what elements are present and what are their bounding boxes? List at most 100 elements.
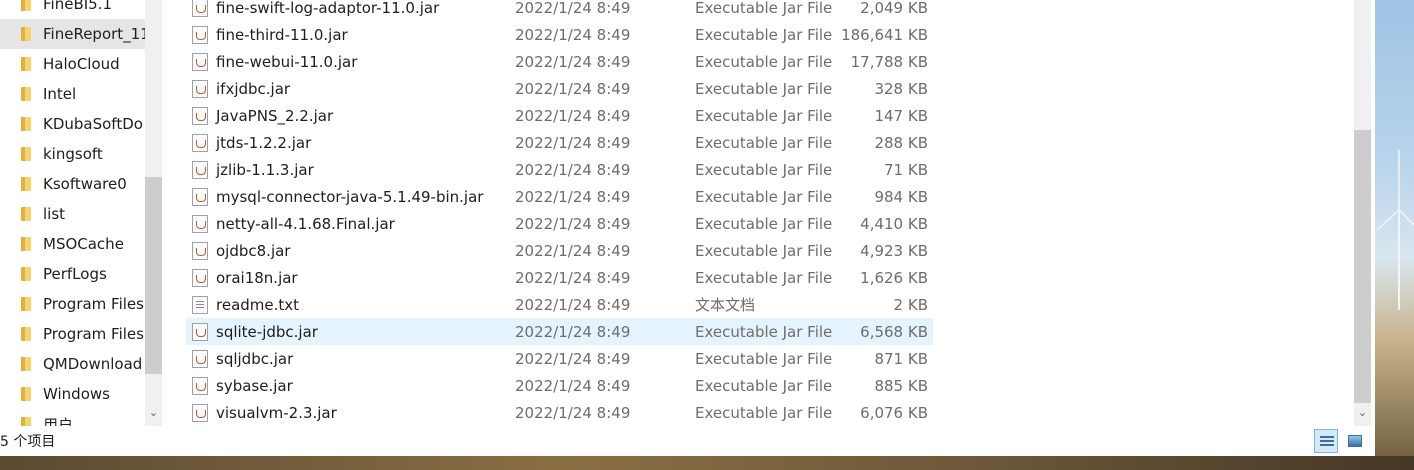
file-row[interactable]: sqljdbc.jar 2022/1/24 8:49 Executable Jar …: [186, 345, 933, 372]
folder-icon: [21, 386, 35, 402]
file-row[interactable]: jzlib-1.1.3.jar 2022/1/24 8:49 Executable …: [186, 156, 933, 183]
file-size: 71 KB: [884, 160, 928, 179]
nav-item-label: Intel: [43, 85, 77, 103]
scrollbar-thumb[interactable]: [145, 177, 162, 374]
navigation-pane-scrollbar[interactable]: ⌄: [145, 0, 162, 426]
nav-item[interactable]: Ksoftware0: [0, 169, 145, 199]
jar-icon: [192, 133, 208, 152]
nav-item-label: MSOCache: [43, 235, 124, 253]
file-row[interactable]: fine-swift-log-adaptor-11.0.jar 2022/1/24…: [186, 0, 933, 21]
chevron-down-icon[interactable]: ⌄: [1354, 403, 1371, 423]
file-name: orai18n.jar: [216, 268, 298, 287]
details-view-button[interactable]: [1314, 429, 1338, 453]
nav-item[interactable]: kingsoft: [0, 139, 145, 169]
scrollbar-thumb[interactable]: [1354, 130, 1371, 403]
file-row[interactable]: ifxjdbc.jar 2022/1/24 8:49 Executable Jar …: [186, 75, 933, 102]
large-icons-view-button[interactable]: [1343, 429, 1367, 453]
file-size: 984 KB: [874, 187, 928, 206]
folder-icon: [21, 236, 35, 252]
folder-icon: [21, 266, 35, 282]
file-name: jtds-1.2.2.jar: [216, 133, 312, 152]
file-size: 2,049 KB: [860, 0, 928, 17]
file-type: Executable Jar File: [695, 160, 833, 179]
file-row[interactable]: orai18n.jar 2022/1/24 8:49 Executable Jar …: [186, 264, 933, 291]
file-date-modified: 2022/1/24 8:49: [515, 241, 631, 260]
navigation-pane: FineBI5.1 FineReport_11 HaloCloud Intel KDub…: [0, 0, 145, 426]
file-date-modified: 2022/1/24 8:49: [515, 295, 631, 314]
file-row[interactable]: visualvm-2.3.jar 2022/1/24 8:49 Executable…: [186, 399, 933, 426]
jar-icon: [192, 214, 208, 233]
file-type: Executable Jar File: [695, 25, 833, 44]
file-row[interactable]: netty-all-4.1.68.Final.jar 2022/1/24 8:49…: [186, 210, 933, 237]
file-row[interactable]: fine-third-11.0.jar 2022/1/24 8:49 Executa…: [186, 21, 933, 48]
file-size: 1,626 KB: [860, 268, 928, 287]
file-row[interactable]: sqlite-jdbc.jar 2022/1/24 8:49 Executable …: [186, 318, 933, 345]
nav-item-label: list: [43, 205, 66, 223]
nav-item[interactable]: QMDownload: [0, 349, 145, 379]
nav-item[interactable]: HaloCloud: [0, 49, 145, 79]
jar-icon: [192, 187, 208, 206]
nav-item[interactable]: PerfLogs: [0, 259, 145, 289]
file-row[interactable]: mysql-connector-java-5.1.49-bin.jar 2022/…: [186, 183, 933, 210]
file-name: visualvm-2.3.jar: [216, 403, 337, 422]
details-view-icon: [1320, 436, 1334, 448]
file-list-scrollbar[interactable]: ⌄: [1354, 0, 1371, 426]
nav-item[interactable]: list: [0, 199, 145, 229]
file-date-modified: 2022/1/24 8:49: [515, 376, 631, 395]
chevron-down-icon[interactable]: ⌄: [145, 403, 162, 423]
file-type: Executable Jar File: [695, 268, 833, 287]
nav-item-label: kingsoft: [43, 145, 103, 163]
file-type: Executable Jar File: [695, 322, 833, 341]
file-name: jzlib-1.1.3.jar: [216, 160, 314, 179]
file-type: Executable Jar File: [695, 0, 833, 17]
folder-icon: [21, 206, 35, 222]
nav-item[interactable]: FineBI5.1: [0, 0, 145, 19]
jar-icon: [192, 25, 208, 44]
nav-item[interactable]: FineReport_11: [0, 19, 145, 49]
nav-item[interactable]: Intel: [0, 79, 145, 109]
folder-icon: [21, 116, 35, 132]
folder-icon: [21, 56, 35, 72]
nav-item[interactable]: 用户: [0, 409, 145, 426]
jar-icon: [192, 241, 208, 260]
jar-icon: [192, 160, 208, 179]
file-name: netty-all-4.1.68.Final.jar: [216, 214, 395, 233]
file-date-modified: 2022/1/24 8:49: [515, 160, 631, 179]
nav-item[interactable]: Windows: [0, 379, 145, 409]
jar-icon: [192, 0, 208, 17]
nav-item-label: FineReport_11: [43, 25, 145, 43]
file-size: 885 KB: [874, 376, 928, 395]
file-type: Executable Jar File: [695, 349, 833, 368]
file-row[interactable]: readme.txt 2022/1/24 8:49 文本文档 2 KB: [186, 291, 933, 318]
nav-item-label: 用户: [43, 415, 74, 427]
jar-icon: [192, 376, 208, 395]
folder-icon: [21, 146, 35, 162]
file-date-modified: 2022/1/24 8:49: [515, 214, 631, 233]
folder-icon: [21, 86, 35, 102]
nav-item-label: PerfLogs: [43, 265, 107, 283]
file-row[interactable]: JavaPNS_2.2.jar 2022/1/24 8:49 Executable …: [186, 102, 933, 129]
file-name: mysql-connector-java-5.1.49-bin.jar: [216, 187, 484, 206]
file-size: 186,641 KB: [841, 25, 928, 44]
wind-turbine-image: [1376, 150, 1414, 310]
nav-item[interactable]: MSOCache: [0, 229, 145, 259]
file-row[interactable]: fine-webui-11.0.jar 2022/1/24 8:49 Executa…: [186, 48, 933, 75]
file-date-modified: 2022/1/24 8:49: [515, 322, 631, 341]
nav-item[interactable]: Program Files: [0, 289, 145, 319]
folder-icon: [21, 356, 35, 372]
nav-item[interactable]: Program Files: [0, 319, 145, 349]
file-type: 文本文档: [695, 296, 756, 314]
file-size: 328 KB: [874, 79, 928, 98]
file-size: 17,788 KB: [850, 52, 928, 71]
jar-icon: [192, 106, 208, 125]
nav-item-label: FineBI5.1: [43, 0, 113, 13]
file-row[interactable]: jtds-1.2.2.jar 2022/1/24 8:49 Executable J…: [186, 129, 933, 156]
file-date-modified: 2022/1/24 8:49: [515, 133, 631, 152]
nav-item[interactable]: KDubaSoftDo: [0, 109, 145, 139]
file-type: Executable Jar File: [695, 79, 833, 98]
folder-icon: [21, 326, 35, 342]
folder-icon: [21, 296, 35, 312]
file-name: fine-webui-11.0.jar: [216, 52, 358, 71]
file-row[interactable]: sybase.jar 2022/1/24 8:49 Executable Jar F…: [186, 372, 933, 399]
file-row[interactable]: ojdbc8.jar 2022/1/24 8:49 Executable Jar F…: [186, 237, 933, 264]
